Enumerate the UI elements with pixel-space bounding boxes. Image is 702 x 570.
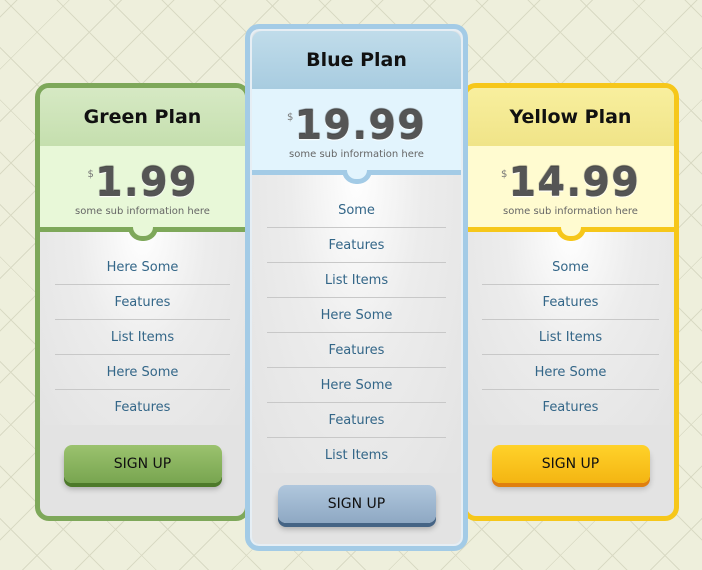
price-sub-info: some sub information here xyxy=(503,206,638,217)
price-amount: 1.99 xyxy=(94,160,198,206)
price-amount: 14.99 xyxy=(508,160,640,206)
sign-up-button-yellow[interactable]: SIGN UP xyxy=(491,445,650,483)
feature-item: Here Some xyxy=(267,298,446,333)
card-inner: Blue Plan $ 19.99 some sub information h… xyxy=(252,31,461,544)
feature-item: List Items xyxy=(55,320,230,355)
feature-item: Here Some xyxy=(267,368,446,403)
feature-item: Features xyxy=(55,285,230,320)
feature-item: List Items xyxy=(267,263,446,298)
feature-item: Features xyxy=(267,228,446,263)
plan-title: Green Plan xyxy=(40,88,245,146)
price-sub-info: some sub information here xyxy=(289,149,424,160)
feature-list: Some Features List Items Here Some Featu… xyxy=(467,232,674,425)
feature-item: Some xyxy=(482,250,659,285)
currency-symbol: $ xyxy=(87,169,94,180)
plan-title: Blue Plan xyxy=(252,31,461,89)
price-sub-info: some sub information here xyxy=(75,206,210,217)
price: $ 1.99 xyxy=(87,162,197,204)
sign-up-button-blue[interactable]: SIGN UP xyxy=(277,485,436,523)
feature-item: Features xyxy=(267,403,446,438)
pricing-card-yellow: Yellow Plan $ 14.99 some sub information… xyxy=(462,83,679,521)
price-box: $ 19.99 some sub information here xyxy=(252,89,461,184)
pricing-card-blue: Blue Plan $ 19.99 some sub information h… xyxy=(245,24,468,551)
feature-item: Some xyxy=(267,193,446,228)
feature-item: Here Some xyxy=(55,250,230,285)
feature-item: Features xyxy=(267,333,446,368)
price-box: $ 14.99 some sub information here xyxy=(467,146,674,241)
feature-item: Features xyxy=(482,285,659,320)
button-container: SIGN UP xyxy=(467,445,674,483)
price: $ 19.99 xyxy=(287,105,426,147)
button-container: SIGN UP xyxy=(252,485,461,523)
feature-item: Features xyxy=(542,400,599,415)
sign-up-button-green[interactable]: SIGN UP xyxy=(63,445,222,483)
price-box: $ 1.99 some sub information here xyxy=(40,146,245,241)
feature-list: Some Features List Items Here Some Featu… xyxy=(252,175,461,473)
currency-symbol: $ xyxy=(501,169,508,180)
button-container: SIGN UP xyxy=(40,445,245,483)
feature-item: Here Some xyxy=(482,355,659,390)
feature-item: Features xyxy=(114,400,171,415)
price: $ 14.99 xyxy=(501,162,640,204)
plan-title: Yellow Plan xyxy=(467,88,674,146)
feature-item: List Items xyxy=(324,448,389,463)
feature-item: List Items xyxy=(482,320,659,355)
pricing-card-green: Green Plan $ 1.99 some sub information h… xyxy=(35,83,250,521)
currency-symbol: $ xyxy=(287,112,294,123)
feature-item: Here Some xyxy=(55,355,230,390)
price-amount: 19.99 xyxy=(294,103,426,149)
feature-list: Here Some Features List Items Here Some … xyxy=(40,232,245,425)
